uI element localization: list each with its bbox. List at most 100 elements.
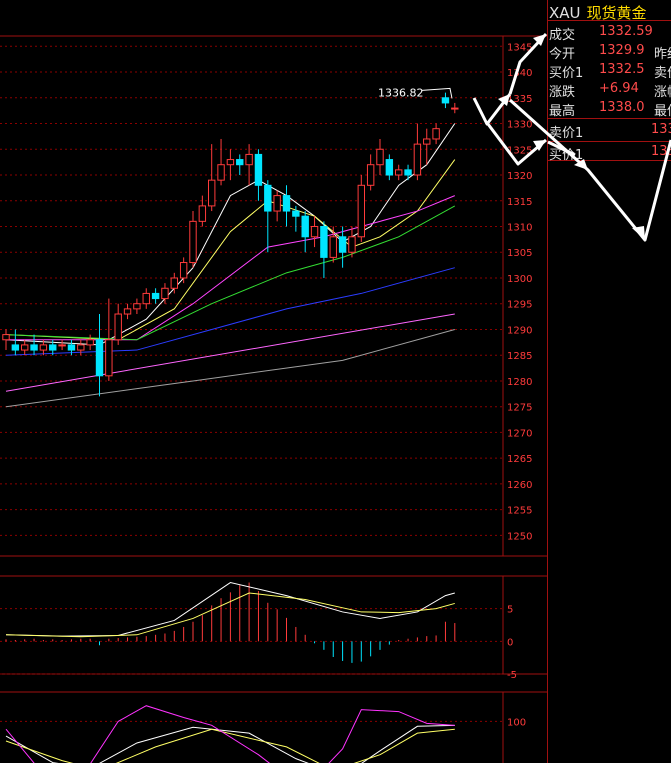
candle-body: [151, 292, 160, 300]
y-tick-label: 1340: [507, 68, 532, 79]
candle-body: [30, 344, 38, 351]
candle-body: [39, 344, 48, 351]
y-tick-label: 1305: [507, 248, 532, 259]
candle-body: [273, 195, 281, 212]
quote-label: 涨跌: [549, 85, 576, 100]
y-tick-label: 1315: [507, 197, 532, 208]
y-tick-label: 1290: [507, 325, 532, 336]
candle-body: [292, 210, 300, 217]
quote-label: 买价1: [549, 66, 584, 81]
candle-body: [338, 236, 347, 253]
main-price-panel: 1250 1255 1260 1265 1270 1275 1280 1285 1290 1295…: [0, 35, 547, 557]
candle-body: [432, 128, 440, 140]
quote-row-open: 今开 1329.9 昨结: [549, 43, 671, 62]
candle-body: [86, 339, 94, 346]
moving-average-line: [5, 159, 456, 341]
candle-body: [123, 308, 132, 315]
candle-body: [77, 344, 85, 351]
y-tick-label: 5: [507, 605, 513, 616]
candle-body: [142, 292, 150, 305]
candle-body: [366, 164, 375, 186]
y-tick-label: 1250: [507, 531, 532, 542]
candle-body: [348, 236, 356, 253]
candle-body: [441, 97, 450, 104]
y-tick-label: 1265: [507, 454, 532, 465]
candle-body: [67, 344, 76, 351]
candle-body: [404, 169, 412, 176]
candle-body: [21, 344, 29, 351]
y-tick-label: 1325: [507, 145, 532, 156]
quote-row-sell1: 卖价1 1332: [549, 122, 671, 141]
macd-panel: -5 0 5: [0, 575, 547, 681]
candle-body: [395, 169, 403, 176]
candle-body: [385, 159, 394, 176]
candle-body: [49, 344, 57, 351]
candle-body: [376, 148, 384, 166]
symbol-label: XAU: [549, 4, 581, 22]
y-tick-label: 1255: [507, 506, 532, 517]
kdj-line: [5, 724, 455, 763]
candle-body: [105, 339, 113, 377]
candle-body: [133, 303, 141, 310]
quote-title: XAU 现货黄金: [549, 2, 647, 23]
candle-body: [226, 159, 235, 166]
quote-label-2: 涨幅: [654, 85, 671, 100]
y-tick-label: 1330: [507, 120, 532, 131]
quote-panel: XAU 现货黄金 成交 1332.59 今开 1329.9 昨结 买价1 1332…: [547, 0, 671, 763]
candle-body: [357, 184, 366, 238]
y-tick-label: 100: [507, 717, 526, 728]
y-tick-label: 1260: [507, 480, 532, 491]
quote-value: 1332.5: [599, 62, 645, 77]
quote-value: 1332.59: [599, 24, 653, 39]
y-tick-label: 1300: [507, 274, 532, 285]
quote-label-2: 最低: [654, 104, 671, 119]
quote-row-bid: 买价1 1332.5 卖价: [549, 62, 671, 81]
y-tick-label: 0: [507, 637, 513, 648]
candle-body: [451, 107, 459, 110]
quote-label: 卖价1: [549, 126, 584, 141]
quote-label: 买价1: [549, 148, 584, 163]
candle-body: [282, 195, 291, 212]
candle-body: [161, 287, 169, 300]
candle-body: [95, 339, 104, 377]
candle-body: [170, 277, 179, 289]
price-chart[interactable]: 1250 1255 1260 1265 1270 1275 1280 1285 1290 1295…: [0, 0, 547, 763]
quote-value: 1332: [651, 122, 671, 137]
quote-label: 今开: [549, 47, 576, 62]
quote-row-last: 成交 1332.59: [549, 24, 671, 43]
y-tick-label: -5: [507, 670, 517, 681]
price-annotation: 1336.82: [378, 86, 424, 99]
candle-body: [58, 344, 66, 347]
candle-body: [264, 184, 272, 212]
kdj-panel: 50100: [0, 691, 547, 763]
moving-average-line: [5, 205, 456, 341]
quote-label-2: 卖价: [654, 66, 671, 81]
candle-body: [179, 262, 188, 279]
quote-label-2: 昨结: [654, 47, 671, 62]
moving-average-line: [5, 267, 455, 356]
y-tick-label: 1345: [507, 42, 532, 53]
candle-body: [329, 236, 337, 258]
candle-body: [198, 205, 207, 222]
y-tick-label: 1275: [507, 403, 532, 414]
y-tick-label: 1285: [507, 351, 532, 362]
candle-body: [114, 313, 122, 341]
candle-body: [310, 225, 319, 238]
y-tick-label: 1295: [507, 300, 532, 311]
instrument-name: 现货黄金: [586, 4, 647, 22]
y-tick-label: 1320: [507, 171, 532, 182]
candle-body: [320, 225, 328, 258]
y-tick-label: 1280: [507, 377, 532, 388]
quote-row-change: 涨跌 +6.94 涨幅: [549, 81, 671, 100]
moving-average-line: [6, 195, 455, 341]
quote-label: 成交: [549, 28, 576, 43]
candle-body: [2, 334, 10, 341]
kdj-line: [5, 705, 455, 763]
candle-body: [11, 344, 20, 351]
annotation-leader: [421, 87, 453, 99]
candle-body: [423, 138, 431, 145]
quote-row-high: 最高 1338.0 最低: [549, 100, 671, 119]
moving-average-line: [5, 328, 455, 408]
quote-row-buy1: 买价1 133: [549, 144, 671, 163]
y-tick-label: 1310: [507, 222, 532, 233]
